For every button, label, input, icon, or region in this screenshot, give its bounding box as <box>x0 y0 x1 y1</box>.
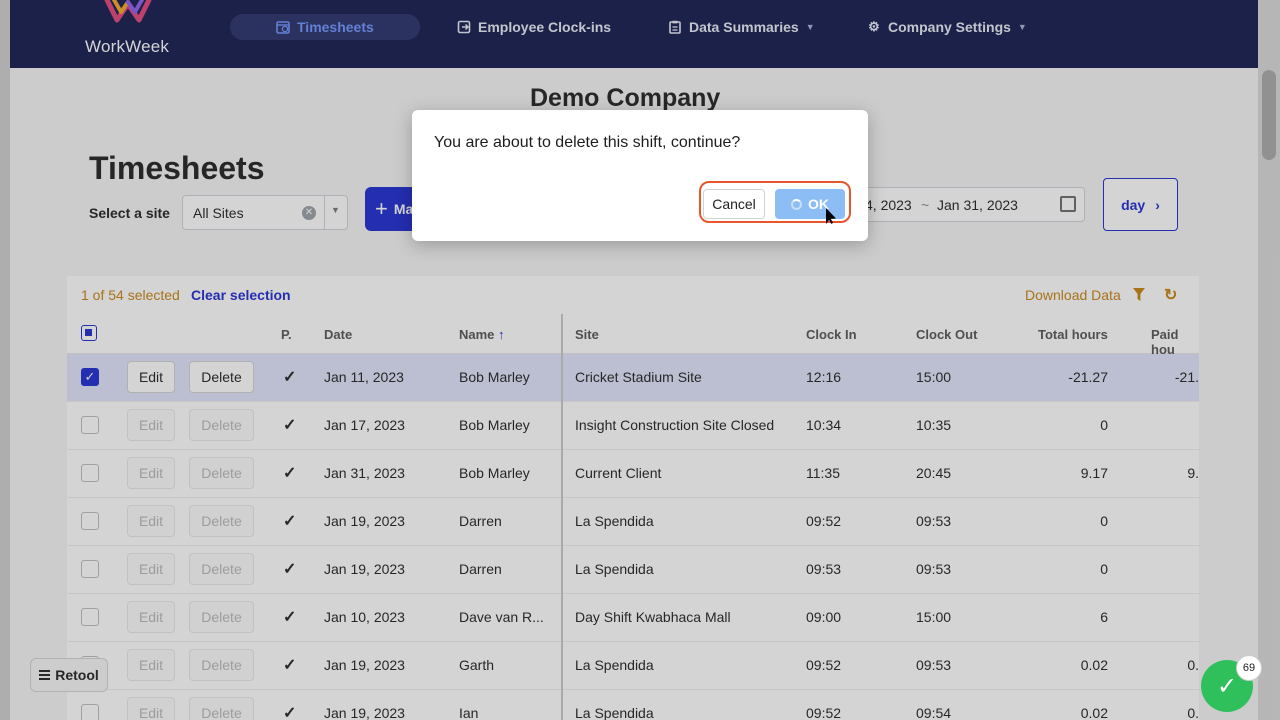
checkmark-icon: ✓ <box>1216 672 1238 700</box>
ok-button[interactable]: OK <box>775 189 845 219</box>
cancel-button[interactable]: Cancel <box>703 189 765 219</box>
notification-badge: 69 <box>1236 655 1262 681</box>
modal-overlay[interactable] <box>0 0 1280 720</box>
delete-confirm-dialog: You are about to delete this shift, cont… <box>412 110 868 241</box>
dialog-message: You are about to delete this shift, cont… <box>434 134 741 151</box>
button-label: OK <box>808 196 829 212</box>
loading-spinner-icon <box>791 198 802 210</box>
